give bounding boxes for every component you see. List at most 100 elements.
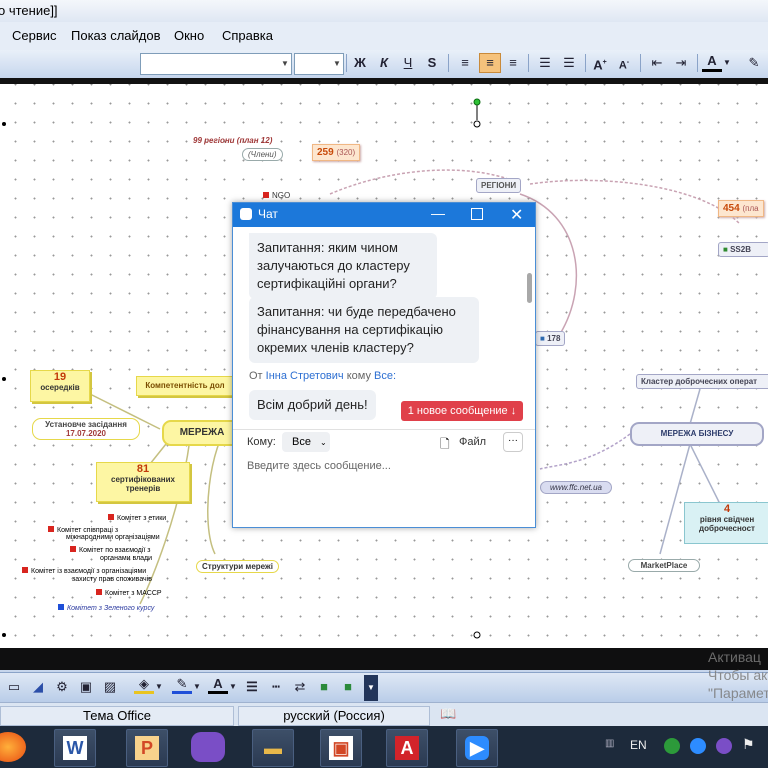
toolbar-separator: [640, 54, 641, 72]
activation-watermark: Активац Чтобы акт "Параметр: [708, 648, 768, 702]
from-name-link[interactable]: Інна Стретович: [266, 370, 344, 382]
toolbar-options-icon[interactable]: ▼: [364, 675, 378, 701]
network-node: МЕРЕЖА: [162, 420, 242, 446]
menu-slideshow[interactable]: Показ слайдов: [71, 28, 161, 43]
font-name-combo[interactable]: ▼: [140, 53, 292, 75]
view-separator: [0, 648, 768, 670]
menu-service[interactable]: Сервис: [12, 28, 57, 43]
committee-ethics: Комітет з етики: [108, 514, 166, 522]
3d-style-icon[interactable]: ■: [338, 677, 358, 697]
wordart-icon[interactable]: ◢: [28, 677, 48, 697]
arrow-style-icon[interactable]: ⇄: [290, 677, 310, 697]
acrobat-icon[interactable]: A: [386, 729, 428, 767]
chat-window[interactable]: Чат — ✕ Запитання: яким чином залучаютьс…: [232, 202, 536, 528]
committee-gov-text: Комітет по взаємодії з: [79, 547, 151, 554]
word-icon[interactable]: W: [54, 729, 96, 767]
node-178-text: 178: [547, 334, 561, 343]
founding-meeting-bubble: Установче засідання 17.07.2020: [32, 418, 140, 440]
bold-button[interactable]: Ж: [350, 53, 370, 73]
picture-icon[interactable]: ▨: [100, 677, 120, 697]
recipient-dropdown[interactable]: Все ⌄: [282, 432, 330, 452]
close-icon[interactable]: ✕: [510, 205, 523, 225]
input-language[interactable]: EN: [630, 738, 647, 752]
badge-259-sub: (320): [336, 148, 356, 157]
chat-title-bar[interactable]: Чат — ✕: [233, 203, 535, 227]
spellcheck-icon[interactable]: 📖: [440, 706, 456, 722]
decrease-font-icon[interactable]: A-: [614, 53, 634, 73]
minimize-icon[interactable]: —: [431, 205, 445, 221]
font-color-icon[interactable]: A: [702, 53, 722, 72]
square-icon: ■: [540, 334, 545, 343]
textbox-icon[interactable]: ▭: [4, 677, 24, 697]
align-center-icon[interactable]: ≡: [479, 53, 501, 73]
regions-box: РЕГІОНИ: [476, 178, 522, 193]
file-icon[interactable]: 🗋: [440, 435, 450, 456]
explorer-icon[interactable]: ▬: [252, 729, 294, 767]
fill-color-dropdown-icon[interactable]: ▼: [154, 677, 164, 697]
file-button[interactable]: Файл: [459, 436, 486, 448]
numbered-list-icon[interactable]: ☰: [535, 53, 555, 73]
menu-window[interactable]: Окно: [174, 28, 204, 43]
business-network-node: МЕРЕЖА БІЗНЕСУ: [630, 422, 764, 446]
more-options-button[interactable]: ···: [503, 432, 523, 452]
font-size-combo[interactable]: ▼: [294, 53, 344, 75]
decrease-indent-icon[interactable]: ⇤: [647, 53, 667, 73]
arrow-down-icon: ↓: [510, 405, 517, 417]
shadow-style-icon[interactable]: ■: [314, 677, 334, 697]
to-all-link[interactable]: Все:: [374, 370, 396, 382]
flag-icon: [263, 192, 269, 198]
chat-scrollbar[interactable]: [527, 273, 532, 303]
font-name-dropdown-icon[interactable]: ▼: [279, 54, 291, 74]
clipart-icon[interactable]: ▣: [76, 677, 96, 697]
powerpoint-icon[interactable]: P: [126, 729, 168, 767]
flag-icon: [48, 526, 54, 532]
line-color-dropdown-icon[interactable]: ▼: [192, 677, 202, 697]
line-style-icon[interactable]: ☰: [242, 677, 262, 697]
centers-number: 19: [53, 371, 67, 383]
tray-app-icon[interactable]: [664, 738, 680, 754]
diagram-icon[interactable]: ⚙: [52, 677, 72, 697]
founding-date: 17.07.2020: [65, 429, 107, 438]
tray-viber-icon[interactable]: [716, 738, 732, 754]
toolbar-separator: [585, 54, 586, 72]
tray-flag-icon[interactable]: ⚑: [742, 736, 755, 753]
taskbar: W P ▬ ▣ A ▶ ▥ EN ⚑: [0, 726, 768, 768]
chat-message-last: Всім добрий день!: [249, 390, 376, 420]
tray-overflow-icon[interactable]: ▥: [605, 738, 625, 756]
text-color-icon[interactable]: A: [208, 677, 228, 694]
line-color-icon[interactable]: ✎: [172, 677, 192, 694]
tray-zoom-icon[interactable]: [690, 738, 706, 754]
committee-intl-2: міжнародними організаціями: [66, 534, 160, 541]
increase-font-icon[interactable]: A+: [590, 53, 610, 73]
chat-message: Запитання: яким чином залучаються до кла…: [249, 233, 437, 299]
dash-style-icon[interactable]: ┅: [266, 677, 286, 697]
increase-indent-icon[interactable]: ⇥: [671, 53, 691, 73]
menu-help[interactable]: Справка: [222, 28, 273, 43]
window-title: о чтение]]: [0, 3, 58, 18]
font-size-dropdown-icon[interactable]: ▼: [331, 54, 343, 74]
certified-label-2: тренерів: [125, 484, 161, 493]
b2b-box: ■ SS2B: [718, 242, 768, 257]
design-icon[interactable]: ✎: [744, 53, 764, 73]
font-color-dropdown-icon[interactable]: ▼: [722, 53, 732, 73]
chat-from-line: От Інна Стретович кому Все:: [249, 370, 396, 382]
underline-button[interactable]: Ч: [398, 53, 418, 73]
maximize-icon[interactable]: [471, 208, 483, 220]
shadow-button[interactable]: S: [422, 53, 442, 73]
bulleted-list-icon[interactable]: ☰: [559, 53, 579, 73]
flag-icon: [108, 514, 114, 520]
divider: [233, 429, 535, 430]
message-input[interactable]: Введите здесь сообщение...: [247, 460, 391, 472]
new-message-button[interactable]: 1 новое сообщение ↓: [401, 401, 523, 421]
fill-color-icon[interactable]: ◈: [134, 677, 154, 694]
zoom-chat-icon: [240, 208, 252, 220]
italic-button[interactable]: К: [374, 53, 394, 73]
viber-icon[interactable]: [191, 732, 225, 762]
zoom-icon[interactable]: ▶: [456, 729, 498, 767]
align-right-icon[interactable]: ≡: [503, 53, 523, 73]
marketplace-bubble: MarketPlace: [628, 559, 700, 572]
firefox-icon[interactable]: [0, 732, 26, 762]
text-color-dropdown-icon[interactable]: ▼: [228, 677, 238, 697]
impress-icon[interactable]: ▣: [320, 729, 362, 767]
align-left-icon[interactable]: ≡: [455, 53, 475, 73]
